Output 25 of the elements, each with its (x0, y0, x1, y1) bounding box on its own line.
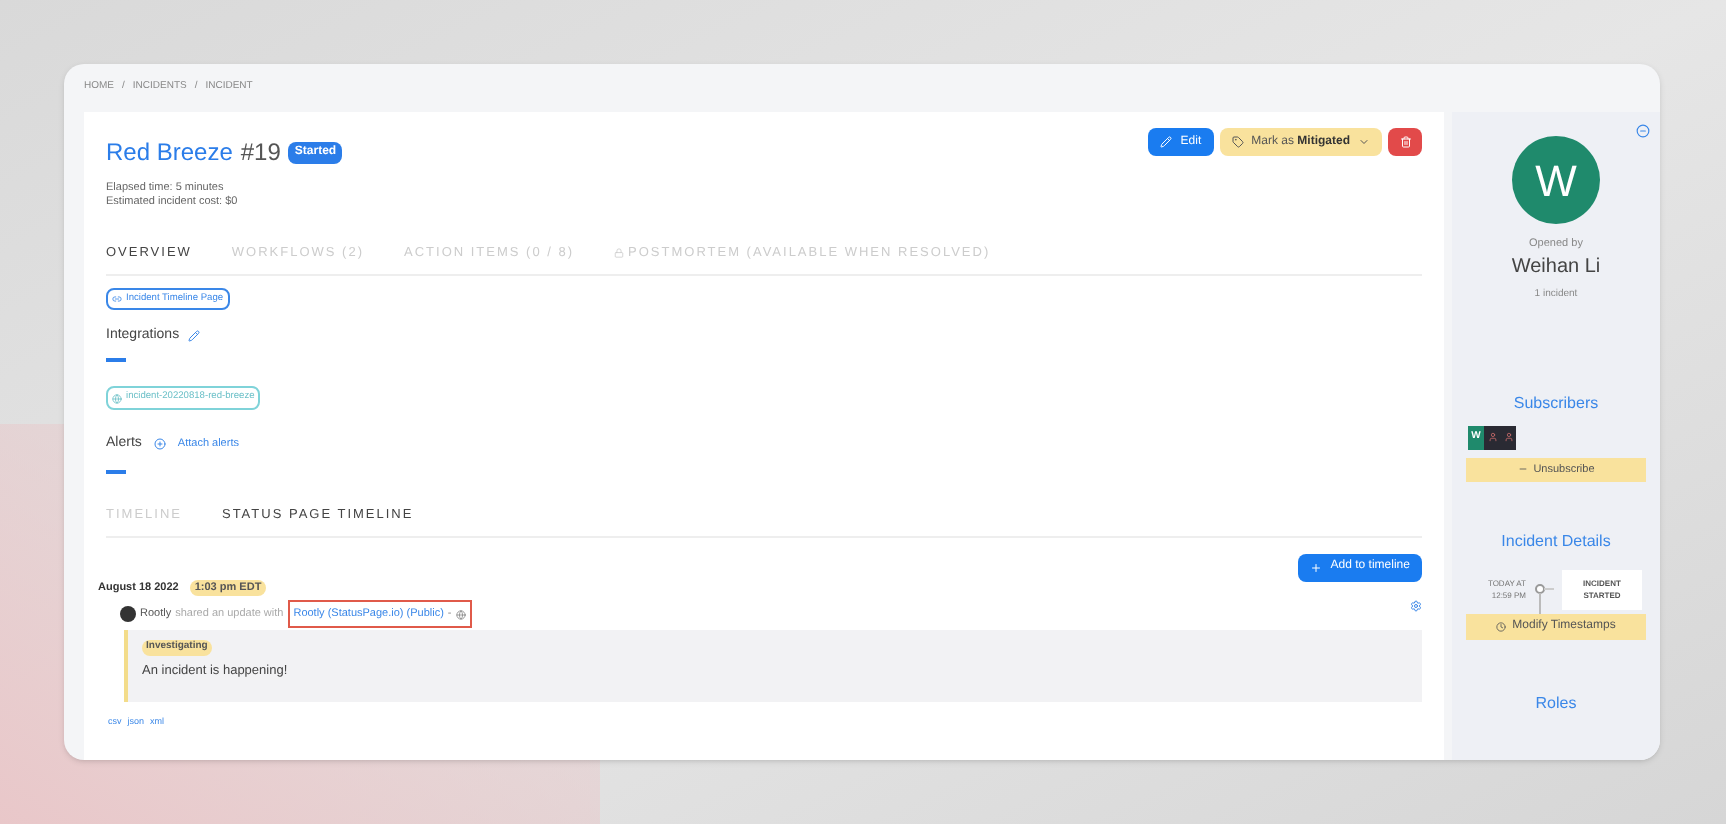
caret-icon (1358, 136, 1370, 148)
lock-icon (614, 248, 625, 259)
avatar: W (1512, 136, 1600, 224)
plus-icon (1310, 561, 1323, 574)
incident-title: Red Breeze (106, 136, 233, 170)
user-name: Weihan Li (1511, 254, 1601, 283)
section-heading: Subscribers (1513, 391, 1599, 416)
globe-icon (112, 393, 122, 404)
timeline-marker (1534, 583, 1554, 614)
edit-icon (1160, 136, 1173, 148)
edit-icon[interactable] (187, 330, 200, 343)
globe-icon (455, 609, 466, 620)
section-heading: Incident Details (1501, 529, 1611, 554)
incident-number: #19 (240, 136, 281, 170)
minus-icon (1517, 464, 1528, 475)
avatar-icon (120, 606, 136, 623)
clock-icon (1496, 621, 1507, 632)
tag-icon (1231, 136, 1244, 148)
section-heading: Roles (1535, 691, 1577, 716)
delete-button[interactable] (1388, 128, 1422, 156)
settings-icon[interactable] (1410, 600, 1422, 613)
add-icon (153, 437, 166, 450)
link-icon (112, 293, 122, 304)
collapse-icon[interactable] (1636, 124, 1650, 138)
trash-icon (1399, 136, 1411, 148)
